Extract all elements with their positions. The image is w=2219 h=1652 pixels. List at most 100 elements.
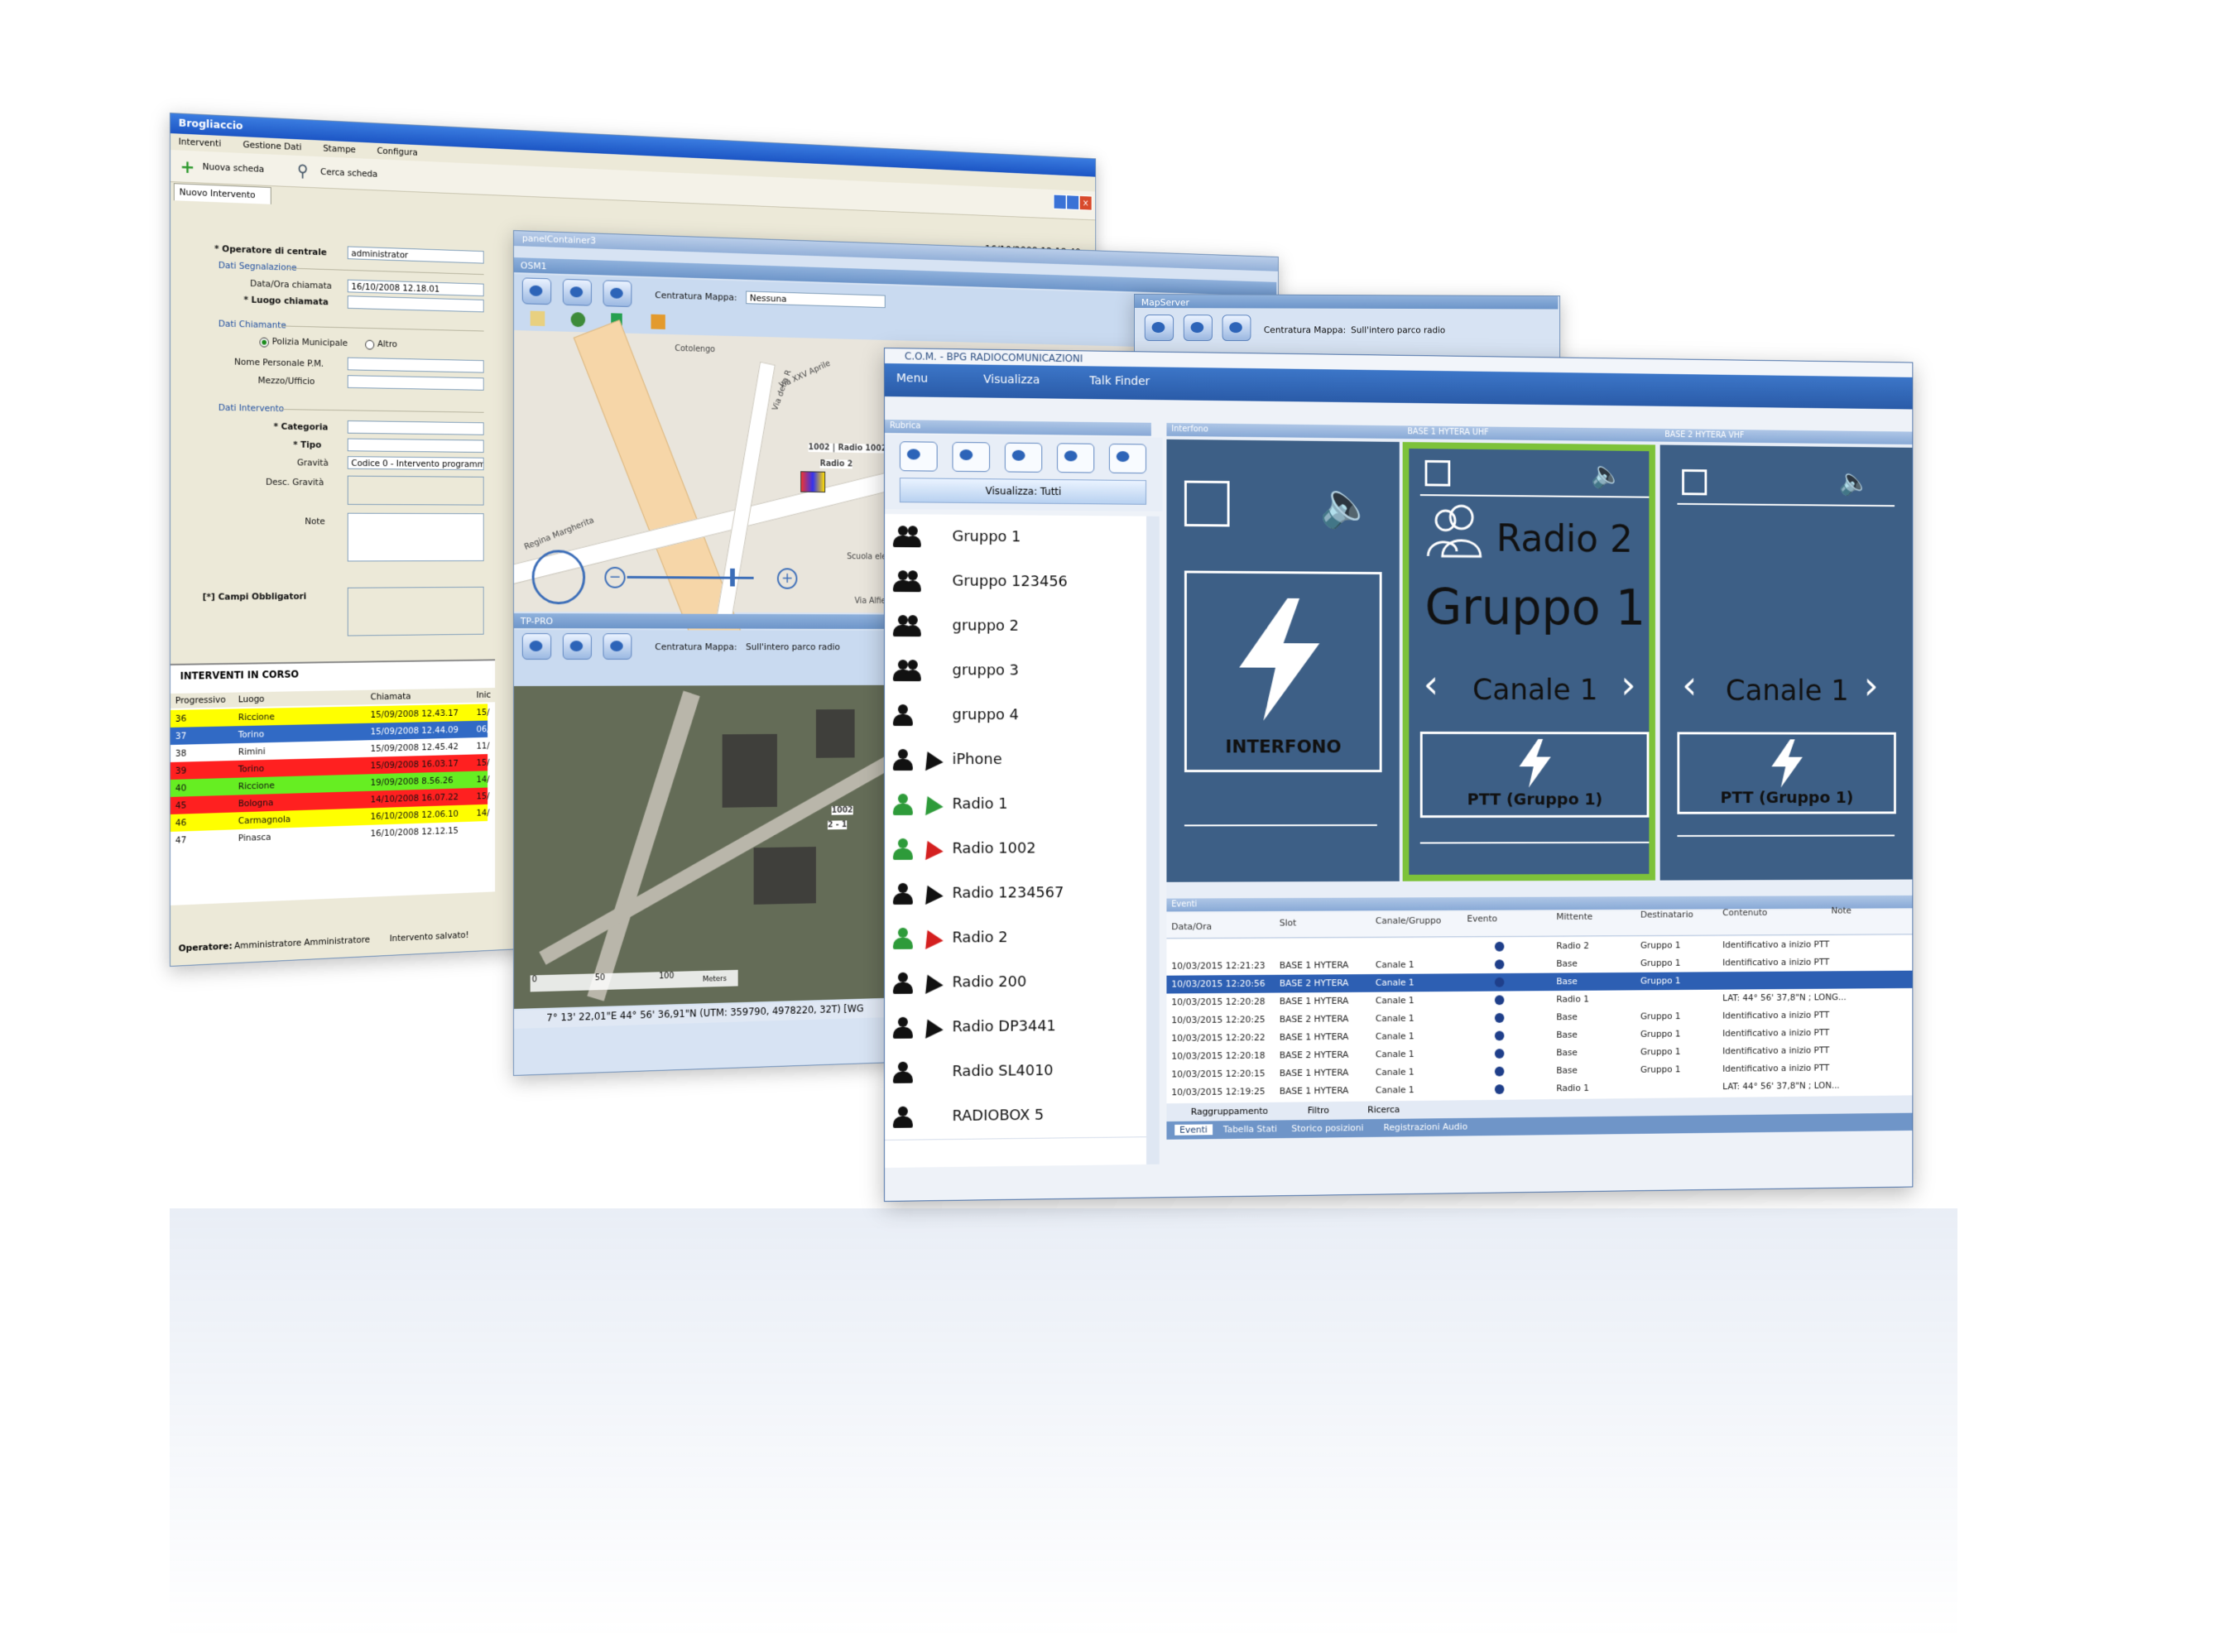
contact-item[interactable]: Radio 2 [884, 915, 1147, 962]
col-destinatario[interactable]: Destinatario [1640, 910, 1693, 920]
globe-icon[interactable] [570, 311, 586, 328]
scroll-top-button[interactable] [1108, 443, 1147, 474]
col-canale[interactable]: Canale/Gruppo [1376, 915, 1441, 926]
home-button[interactable] [1144, 315, 1174, 342]
contact-item[interactable]: Radio 1234567 [884, 870, 1147, 917]
tab-tabella-stati[interactable]: Tabella Stati [1223, 1123, 1277, 1135]
next-channel-button[interactable]: › [1864, 663, 1879, 708]
scroll-bottom-button[interactable] [952, 441, 991, 473]
base1-tab[interactable]: BASE 1 HYTERA UHF [1402, 425, 1660, 442]
ruler-button[interactable] [562, 633, 592, 660]
centratura-value[interactable]: Sull'intero parco radio [1351, 324, 1445, 335]
menu-stampe[interactable]: Stampe [323, 143, 356, 156]
speaker-icon[interactable]: 🔈 [1319, 478, 1373, 531]
base1-tile[interactable]: 🔈 Radio 2 Gruppo 1 ‹ Canale 1 › PTT (Gru… [1402, 442, 1655, 881]
new-scheda-button[interactable]: + Nuova scheda [180, 156, 291, 182]
contact-item[interactable]: Gruppo 1 [884, 514, 1147, 562]
layers-icon[interactable] [651, 314, 665, 329]
base1-checkbox[interactable] [1424, 459, 1451, 487]
nome-field[interactable] [347, 357, 484, 373]
scroll-down-button[interactable] [1004, 442, 1043, 473]
luogo-field[interactable] [347, 295, 484, 313]
layers-button[interactable] [1222, 315, 1251, 342]
tab-nuovo-intervento[interactable]: Nuovo Intervento [173, 183, 271, 204]
scroll-up-button[interactable] [1056, 443, 1095, 473]
note-icon[interactable] [530, 310, 545, 327]
col-contenuto[interactable]: Contenuto [1722, 907, 1767, 918]
col-data-ora[interactable]: Data/Ora [1171, 921, 1212, 932]
menu-configura[interactable]: Configura [377, 146, 417, 158]
col-mittente[interactable]: Mittente [1556, 911, 1592, 922]
visualizza-filter[interactable]: Visualizza: Tutti [899, 478, 1147, 505]
raggruppamento-button[interactable]: Raggruppamento [1191, 1106, 1268, 1117]
menu-interventi[interactable]: Interventi [179, 136, 221, 148]
next-channel-button[interactable]: › [1621, 662, 1635, 708]
home-button[interactable] [521, 633, 552, 660]
contact-item[interactable]: gruppo 2 [884, 603, 1147, 651]
pan-control[interactable] [531, 550, 586, 605]
layers-button[interactable] [603, 633, 632, 660]
interfono-checkbox[interactable] [1184, 480, 1230, 527]
layers-button[interactable] [603, 280, 632, 308]
contact-item[interactable]: Radio SL4010 [884, 1048, 1147, 1096]
ruler-button[interactable] [1183, 315, 1213, 342]
home-button[interactable] [521, 277, 552, 305]
minimize-button[interactable] [1053, 194, 1067, 210]
base2-ptt-button[interactable]: PTT (Gruppo 1) [1677, 732, 1896, 814]
search-scheda-button[interactable]: ⚲ Cerca scheda [297, 161, 405, 186]
search-button[interactable] [899, 441, 938, 472]
base2-tab[interactable]: BASE 2 HYTERA VHF [1659, 428, 1914, 445]
menu-visualizza[interactable]: Visualizza [983, 373, 1040, 387]
maximize-button[interactable] [1066, 194, 1079, 210]
tab-registrazioni-audio[interactable]: Registrazioni Audio [1384, 1121, 1467, 1133]
prev-channel-button[interactable]: ‹ [1682, 663, 1697, 708]
contact-item[interactable]: RADIOBOX 5 [884, 1092, 1147, 1141]
col-progressivo[interactable]: Progressivo [175, 694, 226, 706]
radio-polizia[interactable] [259, 337, 269, 348]
base2-tile[interactable]: 🔈 ‹ Canale 1 › PTT (Gruppo 1) [1659, 444, 1913, 881]
menu-gestione-dati[interactable]: Gestione Dati [243, 139, 301, 152]
zoom-handle[interactable] [730, 568, 735, 587]
gravita-select[interactable]: Codice 0 - Intervento programmab [347, 456, 484, 471]
data-ora-field[interactable]: 16/10/2008 12.18.01 [347, 279, 484, 297]
note-field[interactable] [347, 512, 484, 562]
contact-item[interactable]: Radio 200 [884, 959, 1147, 1006]
close-button[interactable]: × [1078, 195, 1093, 211]
speaker-icon[interactable]: 🔈 [1839, 466, 1870, 497]
contact-item[interactable]: gruppo 4 [884, 693, 1147, 739]
contact-item[interactable]: Radio 1 [884, 781, 1147, 828]
interfono-button[interactable]: INTERFONO [1184, 570, 1382, 773]
zoom-in-icon[interactable]: + [776, 568, 798, 589]
contact-item[interactable]: Gruppo 123456 [884, 559, 1147, 606]
col-slot[interactable]: Slot [1280, 918, 1296, 929]
ricerca-button[interactable]: Ricerca [1367, 1104, 1400, 1115]
menu-talk-finder[interactable]: Talk Finder [1089, 374, 1150, 388]
contact-item[interactable]: iPhone [884, 737, 1147, 783]
contact-scrollbar[interactable] [1146, 516, 1160, 1165]
contact-item[interactable]: Radio 1002 [884, 826, 1147, 872]
centratura-value[interactable]: Sull'intero parco radio [746, 641, 840, 652]
tab-storico-posizioni[interactable]: Storico posizioni [1291, 1122, 1363, 1134]
radio-marker-icon[interactable] [800, 471, 826, 493]
zoom-out-icon[interactable]: − [604, 566, 626, 588]
speaker-icon[interactable]: 🔈 [1591, 459, 1622, 489]
tab-eventi[interactable]: Eventi [1174, 1124, 1213, 1136]
operatore-field[interactable]: administrator [347, 246, 484, 264]
contact-item[interactable]: gruppo 3 [884, 648, 1147, 694]
centratura-select[interactable]: Nessuna [746, 291, 886, 309]
prev-channel-button[interactable]: ‹ [1424, 661, 1439, 707]
menu-menu[interactable]: Menu [896, 372, 928, 385]
col-luogo[interactable]: Luogo [238, 694, 265, 704]
base2-checkbox[interactable] [1682, 468, 1707, 496]
contact-item[interactable]: Radio DP3441 [884, 1003, 1147, 1051]
filtro-button[interactable]: Filtro [1308, 1105, 1329, 1116]
col-inizio[interactable]: Inic [477, 689, 491, 700]
col-note[interactable]: Note [1832, 905, 1852, 916]
col-chiamata[interactable]: Chiamata [371, 691, 411, 703]
base1-ptt-button[interactable]: PTT (Gruppo 1) [1419, 731, 1650, 819]
tipo-field[interactable] [347, 438, 484, 453]
categoria-field[interactable] [347, 420, 484, 435]
mezzo-field[interactable] [347, 375, 484, 391]
col-evento[interactable]: Evento [1467, 914, 1497, 924]
radio-altro[interactable] [365, 339, 375, 350]
